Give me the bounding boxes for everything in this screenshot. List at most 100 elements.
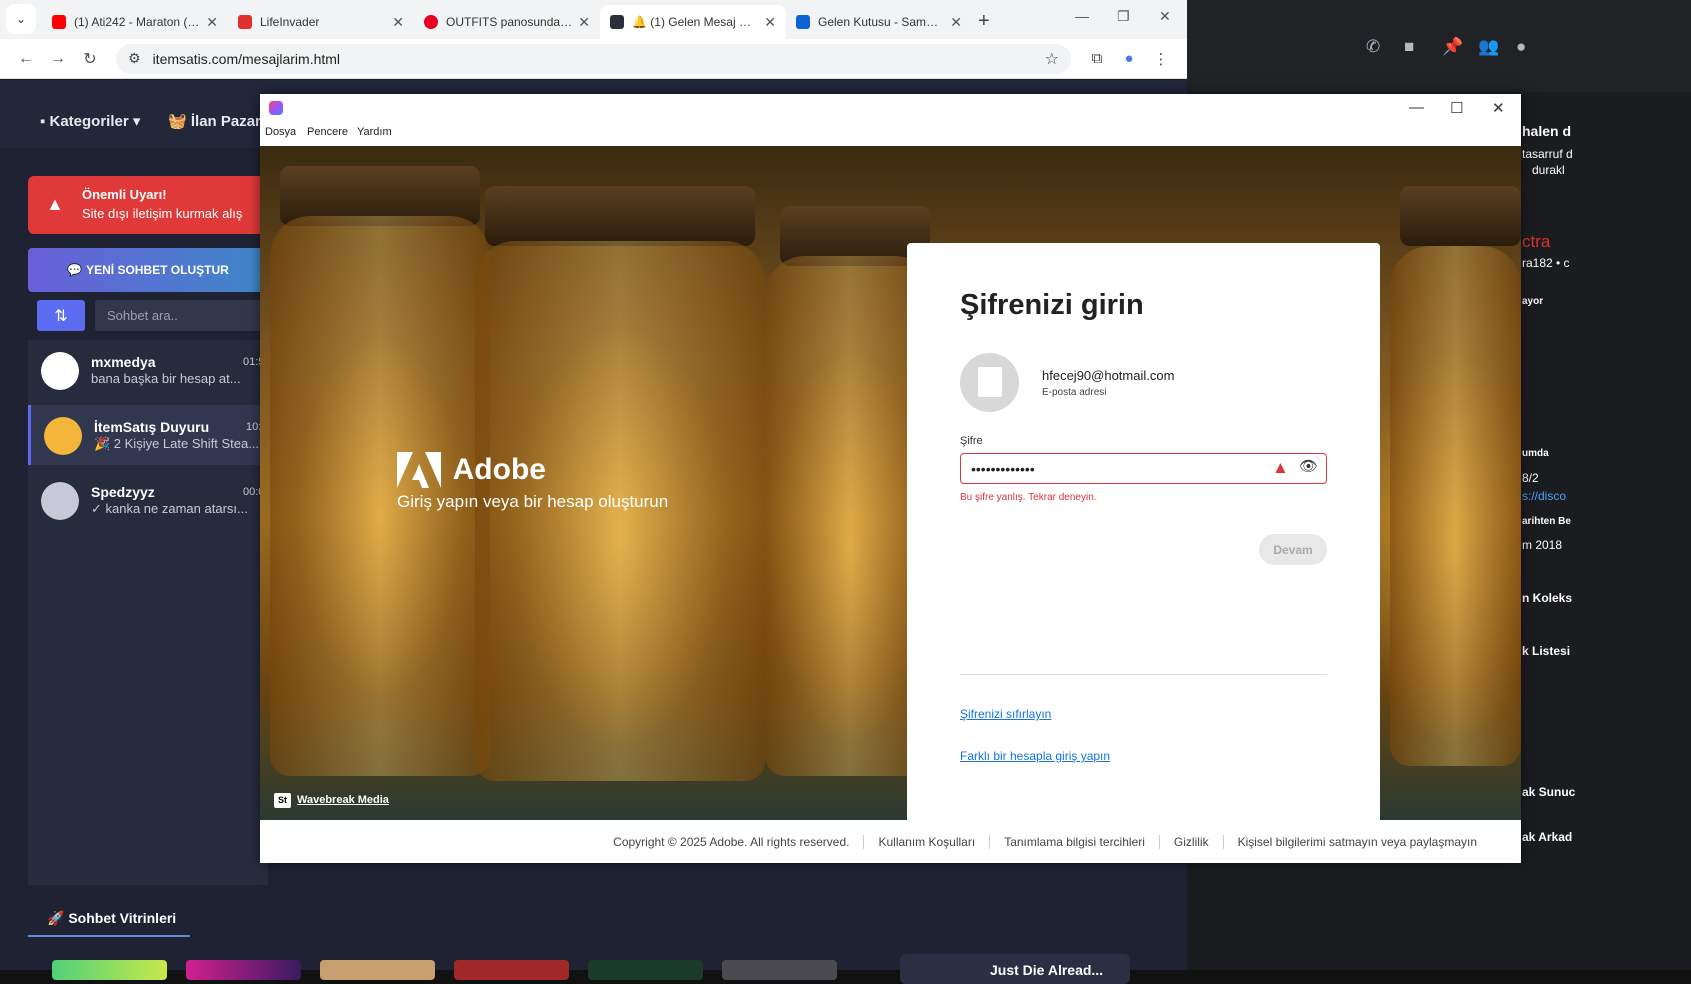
chat-search-input[interactable]: Sohbet ara.. [95,300,265,331]
warning-text: Site dışı iletişim kurmak alış [82,206,243,221]
minimize-icon[interactable]: — [1075,8,1089,24]
menu-pencere[interactable]: Pencere [307,126,348,138]
chat-preview: 🎉 2 Kişiye Late Shift Stea... [94,436,260,451]
discord-text: k Listesi [1522,644,1571,658]
creative-cloud-icon [269,101,283,115]
extensions-icon[interactable]: ⧉ [1081,50,1113,67]
showcase-thumb[interactable] [722,960,837,980]
show-password-icon[interactable]: 👁 [1299,457,1318,475]
photo-credit[interactable]: St Wavebreak Media [274,793,389,808]
login-card: Şifrenizi girin hfecej90@hotmail.com E-p… [907,243,1380,820]
tab-lifeinvader[interactable]: LifeInvader ✕ [228,5,414,39]
password-label: Şifre [960,435,983,447]
close-icon[interactable]: ✕ [1159,8,1171,25]
discord-link[interactable]: s://disco [1522,489,1566,503]
jar-lid [485,186,755,246]
maximize-icon[interactable]: ☐ [1450,99,1463,117]
tab-title: OUTFITS panosundaki Pin [446,15,572,29]
new-tab-button[interactable]: + [972,10,1002,39]
tab-outlook[interactable]: Gelen Kutusu - Samantha ✕ [786,5,972,39]
chat-item-mxmedya[interactable]: mxmedya bana başka bir hesap at... 01:5 [28,340,268,400]
discord-text: 8/2 [1522,471,1539,485]
back-icon[interactable]: ← [10,50,42,68]
tab-search-button[interactable]: ⌄ [6,4,36,34]
tab-pinterest[interactable]: OUTFITS panosundaki Pin ✕ [414,5,600,39]
showcase-thumb[interactable] [454,960,569,980]
terms-link[interactable]: Kullanım Koşulları [863,834,989,849]
discord-text: m 2018 [1522,538,1563,552]
minimize-icon[interactable]: — [1409,99,1424,116]
error-alert-icon: ▲ [1272,458,1289,477]
tab-bar: ⌄ (1) Ati242 - Maraton (Offi ✕ LifeInvad… [0,0,1187,39]
lifeinvader-icon [238,15,252,29]
showcase-tab[interactable]: 🚀 Sohbet Vitrinleri [47,910,176,927]
chat-item-spedzyyz[interactable]: Spedzyyz ✓ kanka ne zaman atarsı... 00:0 [28,470,268,530]
close-tab-icon[interactable]: ✕ [578,14,590,31]
account-avatar [960,353,1019,412]
tagline: Giriş yapın veya bir hesap oluşturun [397,492,669,511]
menu-dosya[interactable]: Dosya [265,126,296,138]
profile-icon[interactable]: ● [1516,37,1526,57]
chat-name: Spedzyyz [91,484,155,500]
tab-itemsatis[interactable]: 🔔 (1) Gelen Mesaj Kutus ✕ [600,5,786,39]
cookie-prefs-link[interactable]: Tanımlama bilgisi tercihleri [989,834,1159,849]
video-icon[interactable]: ■ [1404,37,1414,57]
add-member-icon[interactable]: 👥 [1478,37,1499,57]
site-info-icon[interactable]: ⚙ [128,50,141,67]
adobe-brand: Adobe Giriş yapın veya bir hesap oluştur… [397,452,668,512]
discord-text: arihten Be [1522,516,1571,527]
categories-menu[interactable]: ▪ Kategoriler ▾ [40,112,140,130]
privacy-link[interactable]: Gizlilik [1158,834,1223,849]
building-icon [978,367,1002,397]
adobe-logo-icon [397,452,441,488]
continue-button[interactable]: Devam [1259,534,1327,565]
sort-button[interactable]: ⇅ [37,300,85,331]
new-chat-button[interactable]: 💬 YENİ SOHBET OLUŞTUR [28,248,268,292]
bookmark-star-icon[interactable]: ☆ [1045,49,1059,69]
restore-icon[interactable]: ❐ [1117,8,1130,25]
close-tab-icon[interactable]: ✕ [764,14,776,31]
do-not-sell-link[interactable]: Kişisel bilgilerimi satmayın veya paylaş… [1222,834,1491,849]
url-field[interactable]: ⚙ itemsatis.com/mesajlarim.html ☆ [116,43,1071,74]
reload-icon[interactable]: ↻ [74,49,106,69]
avatar [41,482,79,520]
jar-lid [1400,186,1521,246]
game-card[interactable]: Just Die Alread... [900,954,1130,984]
menu-yardim[interactable]: Yardım [357,126,392,138]
market-menu[interactable]: 🧺 İlan Pazarı [168,112,265,130]
chat-preview: bana başka bir hesap at... [91,371,241,386]
adobe-login-window: Dosya Pencere Yardım — ☐ ✕ Adobe Giriş y… [260,94,1521,863]
warning-icon: ▲ [46,194,64,214]
close-tab-icon[interactable]: ✕ [206,14,218,31]
showcase-thumb[interactable] [320,960,435,980]
other-account-link[interactable]: Farklı bir hesapla giriş yapın [960,749,1110,763]
showcase-thumb[interactable] [186,960,301,980]
pin-icon[interactable]: 📌 [1442,37,1463,57]
tab-youtube[interactable]: (1) Ati242 - Maraton (Offi ✕ [42,5,228,39]
chat-item-itemsatis-duyuru[interactable]: İtemSatış Duyuru 🎉 2 Kişiye Late Shift S… [28,405,268,465]
honey-jar [1390,246,1521,766]
outlook-icon [796,15,810,29]
call-icon[interactable]: ✆ [1366,37,1380,57]
warning-banner: ▲ Önemli Uyarı! Site dışı iletişim kurma… [28,176,268,234]
url-text: itemsatis.com/mesajlarim.html [152,50,341,67]
tab-title: (1) Ati242 - Maraton (Offi [74,15,201,29]
close-tab-icon[interactable]: ✕ [950,14,962,31]
avatar [41,352,79,390]
showcase-thumb[interactable] [588,960,703,980]
adobe-titlebar: Dosya Pencere Yardım — ☐ ✕ [260,94,1521,146]
close-tab-icon[interactable]: ✕ [392,14,404,31]
showcase-thumb[interactable] [52,960,167,980]
profile-avatar[interactable]: ● [1113,50,1145,67]
chat-name: mxmedya [91,354,156,370]
discord-text: durakl [1532,163,1565,177]
hero-background: Adobe Giriş yapın veya bir hesap oluştur… [260,146,1521,820]
menu-dots-icon[interactable]: ⋮ [1145,50,1177,68]
tab-title: Gelen Kutusu - Samantha [818,15,945,29]
forward-icon[interactable]: → [42,50,74,68]
discord-text: ayor [1522,296,1544,307]
copyright: Copyright © 2025 Adobe. All rights reser… [613,834,850,849]
itemsatis-icon [610,15,624,29]
close-icon[interactable]: ✕ [1492,99,1505,117]
reset-password-link[interactable]: Şifrenizi sıfırlayın [960,707,1051,721]
